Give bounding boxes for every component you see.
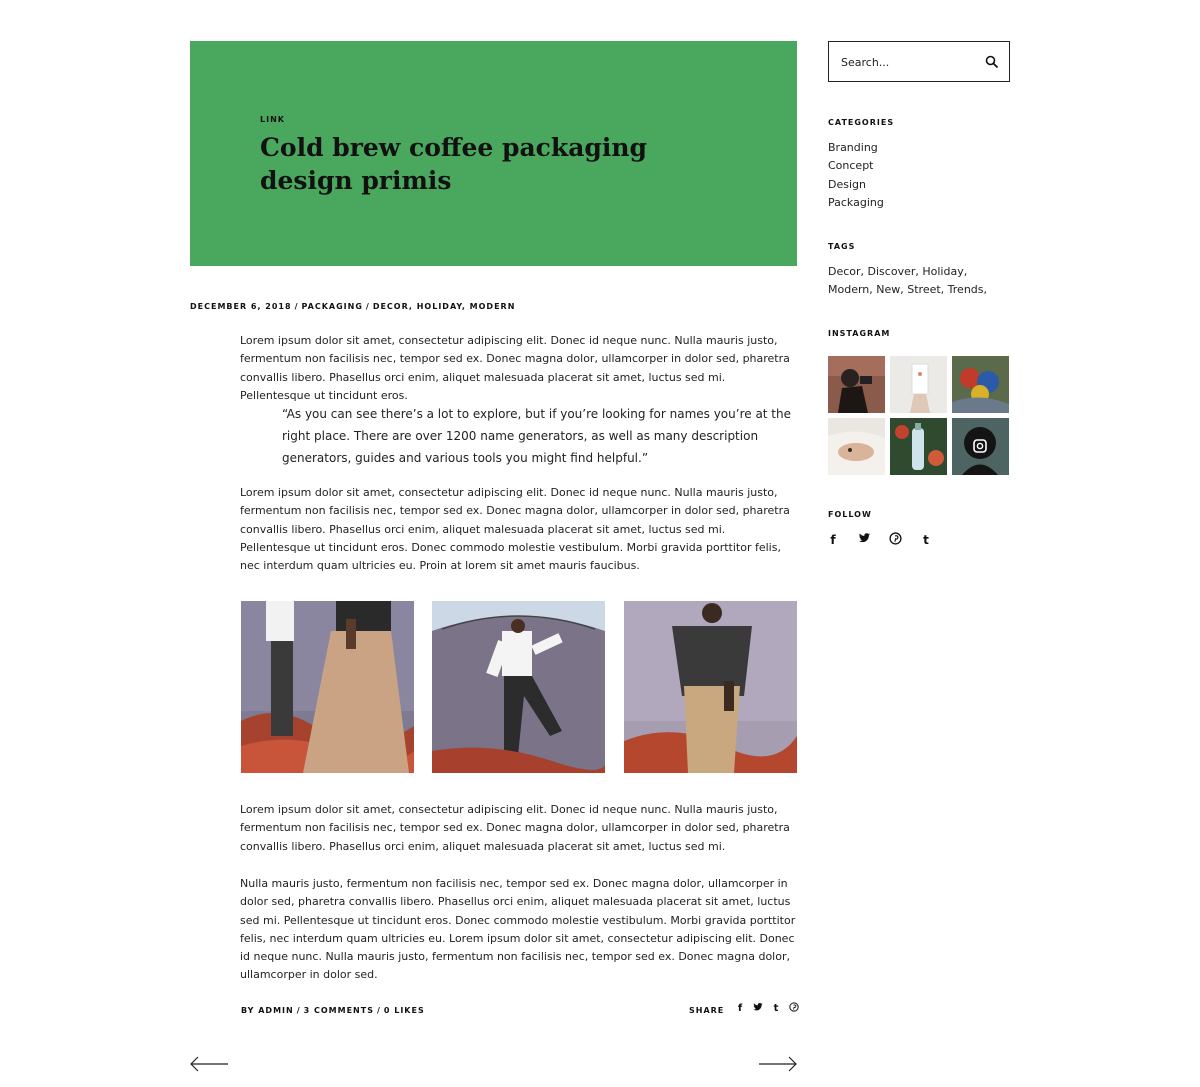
meta-separator: / bbox=[365, 302, 370, 311]
post-author-link[interactable]: BY ADMIN bbox=[241, 1006, 294, 1015]
search-input[interactable] bbox=[841, 54, 981, 70]
categories-list: Branding Concept Design Packaging bbox=[828, 139, 884, 212]
share-icons: f t bbox=[735, 1002, 799, 1016]
instagram-thumb[interactable] bbox=[828, 356, 885, 413]
share-label: SHARE bbox=[689, 1006, 725, 1015]
instagram-thumb[interactable] bbox=[828, 418, 885, 475]
categories-heading: CATEGORIES bbox=[828, 118, 895, 127]
twitter-icon[interactable] bbox=[857, 532, 871, 548]
tag-cloud[interactable]: Decor, Discover, Holiday, Modern, New, S… bbox=[828, 263, 1013, 300]
post-comments-link[interactable]: 3 COMMENTS bbox=[304, 1006, 374, 1015]
facebook-icon[interactable]: f bbox=[826, 532, 840, 548]
pinterest-icon[interactable] bbox=[789, 1002, 799, 1016]
prev-post-arrow-icon[interactable] bbox=[189, 1055, 229, 1073]
follow-heading: FOLLOW bbox=[828, 510, 872, 519]
facebook-icon[interactable]: f bbox=[735, 1002, 745, 1016]
meta-separator: / bbox=[376, 1006, 381, 1015]
category-link-design[interactable]: Design bbox=[828, 176, 884, 194]
twitter-icon[interactable] bbox=[753, 1002, 763, 1016]
instagram-thumb[interactable] bbox=[890, 418, 947, 475]
pinterest-icon[interactable] bbox=[888, 532, 902, 548]
post-format-label[interactable]: LINK bbox=[260, 115, 285, 124]
tumblr-icon[interactable]: t bbox=[919, 532, 933, 548]
follow-icons: f t bbox=[826, 532, 933, 548]
gallery-image-1[interactable] bbox=[241, 601, 414, 773]
category-link-branding[interactable]: Branding bbox=[828, 139, 884, 157]
gallery-image-3[interactable] bbox=[624, 601, 797, 773]
post-meta: DECEMBER 6, 2018/PACKAGING / DECOR, HOLIDA… bbox=[190, 302, 516, 311]
post-title: Cold brew coffee packaging design primis bbox=[260, 133, 648, 195]
instagram-heading: INSTAGRAM bbox=[828, 329, 891, 338]
post-tag-link[interactable]: HOLIDAY bbox=[417, 302, 462, 311]
post-hero: LINK Cold brew coffee packaging design p… bbox=[190, 41, 797, 266]
next-post-arrow-icon[interactable] bbox=[758, 1055, 798, 1073]
search-icon[interactable] bbox=[984, 54, 1000, 70]
post-blockquote: “As you can see there’s a lot to explore… bbox=[282, 407, 792, 465]
post-tag-link[interactable]: DECOR bbox=[373, 302, 409, 311]
post-footer-meta: BY ADMIN/3 COMMENTS/0 LIKES bbox=[241, 1006, 425, 1015]
tumblr-icon[interactable]: t bbox=[771, 1002, 781, 1016]
gallery-image-2[interactable] bbox=[432, 601, 605, 773]
post-tag-link[interactable]: MODERN bbox=[470, 302, 516, 311]
post-category-link[interactable]: PACKAGING bbox=[302, 302, 363, 311]
category-link-concept[interactable]: Concept bbox=[828, 157, 884, 175]
post-paragraph: Lorem ipsum dolor sit amet, consectetur … bbox=[240, 334, 790, 402]
meta-separator: / bbox=[296, 1006, 301, 1015]
instagram-thumb[interactable] bbox=[890, 356, 947, 413]
post-paragraph: Lorem ipsum dolor sit amet, consectetur … bbox=[240, 803, 790, 853]
instagram-grid bbox=[828, 356, 1010, 475]
post-likes-button[interactable]: 0 LIKES bbox=[384, 1006, 425, 1015]
instagram-thumb[interactable] bbox=[952, 356, 1009, 413]
search-form bbox=[828, 41, 1010, 82]
post-date[interactable]: DECEMBER 6, 2018 bbox=[190, 302, 292, 311]
meta-separator: / bbox=[294, 302, 299, 311]
post-paragraph: Nulla mauris justo, fermentum non facili… bbox=[240, 877, 796, 982]
instagram-thumb[interactable] bbox=[952, 418, 1009, 475]
tags-heading: TAGS bbox=[828, 242, 856, 251]
category-link-packaging[interactable]: Packaging bbox=[828, 194, 884, 212]
post-paragraph: Lorem ipsum dolor sit amet, consectetur … bbox=[240, 486, 790, 573]
